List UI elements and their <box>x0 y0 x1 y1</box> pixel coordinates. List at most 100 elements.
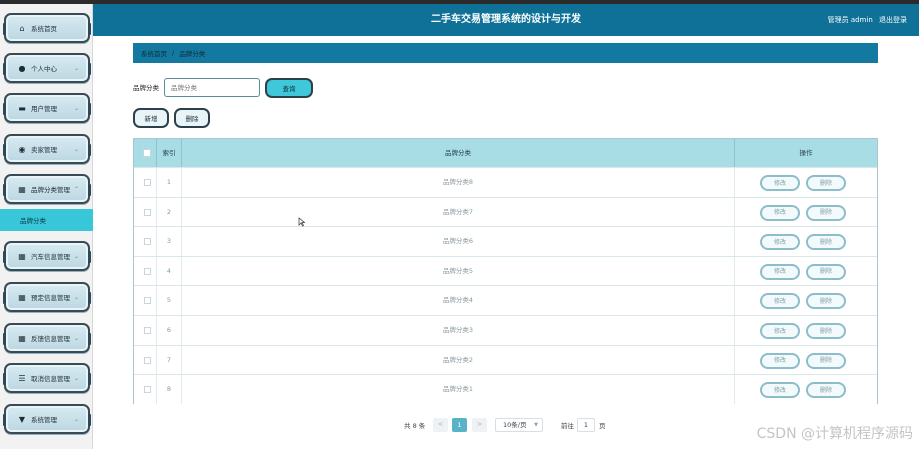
delete-button[interactable]: 删除 <box>806 382 846 399</box>
sidebar: ⌂ 系统首页 ● 个人中心 ⌄ ▬ 用户管理 ⌄ ◉ 卖家管理 ⌄ ▦ 品牌分类… <box>0 4 93 449</box>
edit-button[interactable]: 修改 <box>760 382 800 399</box>
row-checkbox[interactable] <box>144 297 151 305</box>
edit-button[interactable]: 修改 <box>760 293 800 310</box>
sidebar-item-seller-management[interactable]: ◉ 卖家管理 ⌄ <box>3 134 91 164</box>
sidebar-item-label: 系统首页 <box>31 25 57 33</box>
prev-page-button[interactable]: < <box>433 418 448 432</box>
table-header: 索引 品牌分类 操作 <box>134 139 877 167</box>
chevron-down-icon: ⌄ <box>73 104 79 112</box>
table-row: 6 品牌分类3 修改 删除 <box>134 315 877 345</box>
delete-button[interactable]: 删除 <box>806 175 846 191</box>
sidebar-item-label: 反馈信息管理 <box>31 335 70 343</box>
row-brand-category: 品牌分类8 <box>182 168 735 197</box>
edit-button[interactable]: 修改 <box>760 175 800 191</box>
search-label: 品牌分类 <box>133 84 159 92</box>
user-icon: ● <box>18 63 26 73</box>
sidebar-item-label: 个人中心 <box>31 65 57 73</box>
header-user-area: 管理员 admin 退出登录 <box>824 4 907 36</box>
delete-button[interactable]: 删除 <box>806 323 846 339</box>
row-index: 4 <box>157 256 182 286</box>
row-operations: 修改 删除 <box>735 375 877 404</box>
edit-button[interactable]: 修改 <box>760 323 800 339</box>
sidebar-item-reservation-management[interactable]: ▦ 预定信息管理 ⌄ <box>3 282 91 312</box>
sidebar-item-home[interactable]: ⌂ 系统首页 <box>3 13 91 43</box>
edit-button[interactable]: 修改 <box>760 204 800 221</box>
brand-category-search-input[interactable] <box>164 78 260 97</box>
sidebar-item-user-management[interactable]: ▬ 用户管理 ⌄ <box>3 93 91 123</box>
row-checkbox[interactable] <box>144 386 151 394</box>
batch-delete-button[interactable]: 删除 <box>174 108 210 128</box>
row-checkbox[interactable] <box>144 208 151 216</box>
row-index: 1 <box>157 168 182 197</box>
sidebar-item-cancellation-management[interactable]: ☰ 取消信息管理 ⌄ <box>3 363 91 393</box>
row-select-cell <box>134 345 157 375</box>
page-unit-label: 页 <box>599 422 606 430</box>
chevron-down-icon: ⌄ <box>73 334 79 342</box>
watermark: CSDN @计算机程序源码 <box>756 426 913 442</box>
page-number-1[interactable]: 1 <box>452 418 467 432</box>
edit-button[interactable]: 修改 <box>760 352 800 369</box>
table-row: 5 品牌分类4 修改 删除 <box>134 285 877 316</box>
delete-button[interactable]: 删除 <box>806 293 846 310</box>
sidebar-subitem-label: 品牌分类 <box>20 217 46 225</box>
add-button[interactable]: 新增 <box>133 108 169 128</box>
delete-button[interactable]: 删除 <box>806 234 846 251</box>
sidebar-item-label: 取消信息管理 <box>31 375 70 383</box>
row-operations: 修改 删除 <box>735 346 877 375</box>
row-operations: 修改 删除 <box>735 257 877 286</box>
sidebar-item-label: 预定信息管理 <box>31 294 70 302</box>
sidebar-item-label: 汽车信息管理 <box>31 253 70 261</box>
row-index: 5 <box>157 286 182 316</box>
edit-button[interactable]: 修改 <box>760 263 800 280</box>
next-page-button[interactable]: > <box>472 418 487 432</box>
query-button[interactable]: 查询 <box>265 78 313 98</box>
table-row: 1 品牌分类8 修改 删除 <box>134 167 877 197</box>
row-index: 8 <box>157 375 182 405</box>
app-header: 二手车交易管理系统的设计与开发 管理员 admin 退出登录 <box>93 4 919 36</box>
row-checkbox[interactable] <box>144 179 151 186</box>
sidebar-item-brand-category-management[interactable]: ▦ 品牌分类管理 ⌃ <box>3 174 91 204</box>
row-index: 3 <box>157 227 182 257</box>
row-checkbox[interactable] <box>144 327 151 334</box>
page-size-select[interactable]: 10条/页 ▼ <box>495 418 543 432</box>
breadcrumb-separator: / <box>172 49 175 57</box>
row-brand-category: 品牌分类2 <box>182 345 735 375</box>
breadcrumb-current: 品牌分类 <box>179 50 206 58</box>
row-brand-category: 品牌分类3 <box>182 316 735 345</box>
row-checkbox[interactable] <box>144 267 151 275</box>
delete-button[interactable]: 删除 <box>806 204 846 221</box>
sidebar-item-feedback-management[interactable]: ▦ 反馈信息管理 ⌄ <box>3 323 91 353</box>
table-row: 8 品牌分类1 修改 删除 <box>134 374 877 405</box>
row-select-cell <box>134 197 157 227</box>
row-index: 7 <box>157 345 182 375</box>
grid-icon: ▦ <box>18 251 26 261</box>
row-select-cell <box>134 316 157 345</box>
row-select-cell <box>134 256 157 286</box>
delete-button[interactable]: 删除 <box>806 263 846 280</box>
sidebar-item-car-info-management[interactable]: ▦ 汽车信息管理 ⌄ <box>3 241 91 271</box>
row-select-cell <box>134 286 157 316</box>
row-brand-category: 品牌分类1 <box>182 375 735 405</box>
select-all-checkbox[interactable] <box>143 149 151 157</box>
header-brand-category: 品牌分类 <box>182 139 735 167</box>
chevron-down-icon: ▼ <box>534 422 538 428</box>
sidebar-item-label: 用户管理 <box>31 105 57 113</box>
goto-label: 前往 <box>561 422 574 430</box>
sidebar-subitem-brand-category[interactable]: 品牌分类 <box>0 209 93 231</box>
chevron-up-icon: ⌃ <box>73 185 79 193</box>
delete-button[interactable]: 删除 <box>806 352 846 369</box>
home-icon: ⌂ <box>19 23 25 33</box>
edit-button[interactable]: 修改 <box>760 234 800 251</box>
breadcrumb-home[interactable]: 系统首页 <box>141 48 167 58</box>
row-checkbox[interactable] <box>144 356 151 364</box>
grid-icon: ▦ <box>18 184 26 194</box>
header-index: 索引 <box>157 139 182 167</box>
sidebar-item-personal-center[interactable]: ● 个人中心 ⌄ <box>3 53 91 83</box>
location-icon: ◉ <box>18 144 26 154</box>
list-icon: ☰ <box>18 373 26 383</box>
row-brand-category: 品牌分类5 <box>182 256 735 286</box>
row-checkbox[interactable] <box>144 238 151 246</box>
goto-page-input[interactable]: 1 <box>577 418 595 432</box>
logout-link[interactable]: 退出登录 <box>879 16 907 24</box>
data-table: 索引 品牌分类 操作 1 品牌分类8 修改 删除 2 品牌分类7 修改 删除 3 品牌分类6 修改删… <box>133 138 878 405</box>
